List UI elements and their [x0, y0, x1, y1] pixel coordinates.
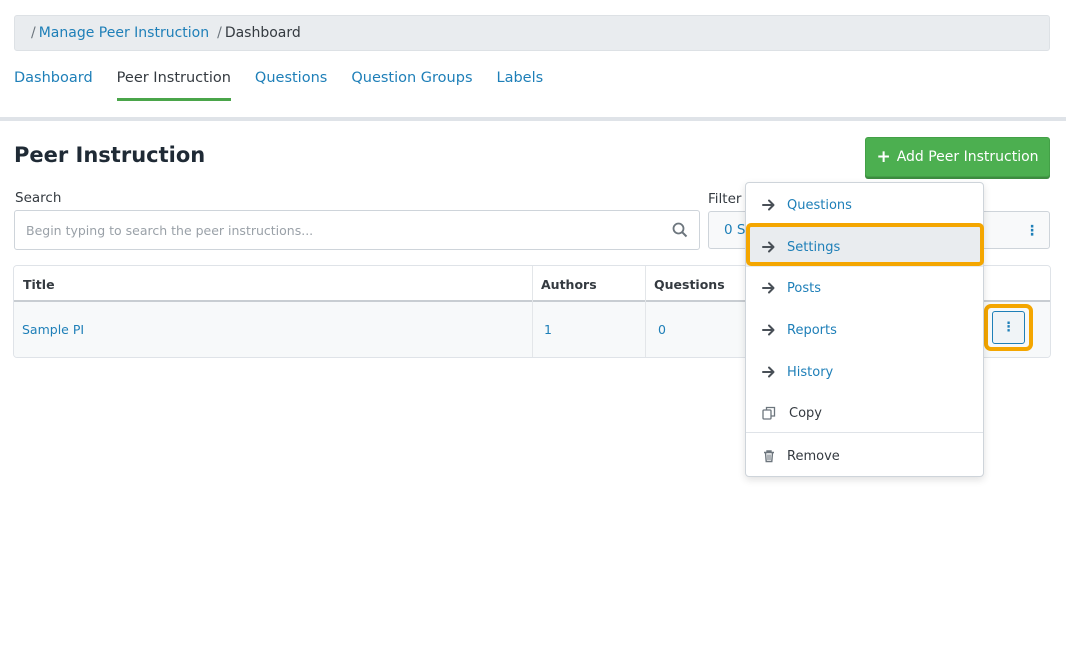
column-header-title: Title: [23, 277, 55, 292]
column-header-questions: Questions: [654, 277, 725, 292]
breadcrumb-current: Dashboard: [224, 25, 301, 41]
arrow-right-icon: [762, 366, 775, 378]
filter-label: Filter l: [708, 191, 750, 207]
menu-item-label: Reports: [787, 322, 837, 338]
tab-labels[interactable]: Labels: [497, 70, 544, 101]
menu-item-label: History: [787, 364, 834, 380]
page-title: Peer Instruction: [14, 143, 206, 167]
row-authors-link[interactable]: 1: [544, 322, 552, 337]
menu-item-label: Remove: [787, 448, 840, 464]
menu-item-label: Posts: [787, 280, 821, 296]
row-actions-button[interactable]: ⋮: [992, 311, 1025, 344]
menu-divider: [746, 432, 983, 433]
menu-item-remove[interactable]: Remove: [746, 436, 983, 476]
breadcrumb-separator: /: [31, 25, 36, 41]
column-divider: [645, 266, 646, 357]
column-divider: [532, 266, 533, 357]
filter-value: 0 S: [724, 222, 746, 238]
search-input[interactable]: [26, 222, 656, 238]
search-field: [14, 210, 700, 250]
trash-icon: [764, 450, 774, 463]
column-header-authors: Authors: [541, 277, 597, 292]
search-icon[interactable]: [672, 222, 688, 238]
settings-highlight: [746, 223, 984, 266]
search-label: Search: [15, 190, 62, 206]
breadcrumb-separator: /: [217, 25, 222, 41]
menu-item-label: Copy: [789, 405, 822, 421]
add-button-label: Add Peer Instruction: [896, 149, 1039, 165]
menu-item-posts[interactable]: Posts: [746, 268, 983, 308]
breadcrumb: / Manage Peer Instruction / Dashboard: [14, 15, 1050, 51]
menu-item-reports[interactable]: Reports: [746, 310, 983, 350]
arrow-right-icon: [762, 199, 775, 211]
row-title-link[interactable]: Sample PI: [22, 322, 84, 337]
menu-item-history[interactable]: History: [746, 352, 983, 392]
breadcrumb-link-manage[interactable]: Manage Peer Instruction: [39, 25, 209, 41]
tab-questions[interactable]: Questions: [255, 70, 327, 101]
copy-icon: [762, 406, 776, 420]
arrow-right-icon: [762, 324, 775, 336]
tab-peer-instruction[interactable]: Peer Instruction: [116, 70, 231, 101]
plus-icon: +: [876, 147, 891, 167]
menu-item-copy[interactable]: Copy: [746, 393, 983, 433]
tab-bar: Dashboard Peer Instruction Questions Que…: [14, 70, 567, 101]
row-actions-highlight: ⋮: [984, 304, 1033, 351]
filter-kebab-icon[interactable]: ⋮: [1025, 223, 1039, 239]
tab-question-groups[interactable]: Question Groups: [351, 70, 472, 101]
row-questions-link[interactable]: 0: [658, 322, 666, 337]
tabs-divider: [0, 117, 1066, 121]
menu-item-label: Questions: [787, 197, 852, 213]
tab-dashboard[interactable]: Dashboard: [14, 70, 93, 101]
arrow-right-icon: [762, 282, 775, 294]
add-peer-instruction-button[interactable]: + Add Peer Instruction: [865, 137, 1050, 177]
menu-item-questions[interactable]: Questions: [746, 185, 983, 225]
